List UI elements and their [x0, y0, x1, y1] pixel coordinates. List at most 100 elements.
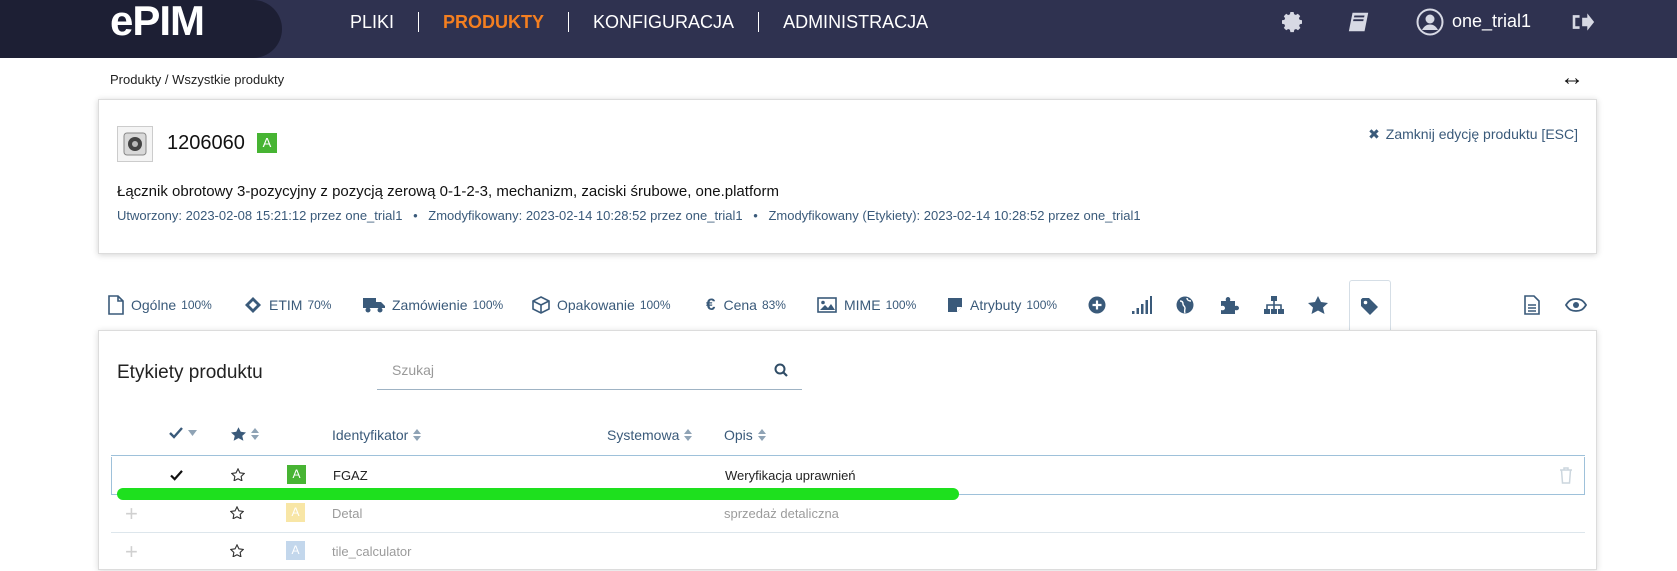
tab-atrybuty[interactable]: Atrybuty 100% [947, 280, 1057, 330]
file-text-icon [1524, 295, 1540, 315]
column-label: Systemowa [607, 427, 680, 443]
table-header-divider [111, 455, 1585, 456]
tag-icon [1361, 298, 1378, 315]
table-row[interactable]: + A Detal sprzedaż detaliczna [111, 495, 1585, 533]
tab-label: MIME [844, 297, 881, 313]
check-icon [169, 427, 183, 439]
eye-icon [1565, 298, 1587, 312]
breadcrumb[interactable]: Produkty / Wszystkie produkty [110, 72, 284, 87]
tab-zamowienie[interactable]: Zamówienie 100% [363, 280, 503, 330]
star-icon [231, 427, 246, 441]
product-metadata: Utworzony: 2023-02-08 15:21:12 przez one… [117, 208, 1141, 223]
tab-report[interactable] [1524, 280, 1547, 330]
search-icon[interactable] [774, 363, 788, 377]
column-description-header[interactable]: Opis [724, 427, 766, 443]
tab-etim[interactable]: ETIM 70% [244, 280, 331, 330]
highlight-marker [117, 488, 959, 500]
sticky-note-icon [948, 298, 962, 312]
star-outline-icon[interactable] [230, 506, 244, 519]
book-icon[interactable] [1347, 10, 1371, 34]
close-icon: ✖ [1368, 126, 1380, 142]
image-icon [817, 297, 837, 313]
trash-icon[interactable] [1559, 467, 1573, 484]
tab-label: ETIM [269, 297, 303, 313]
tab-preview[interactable] [1565, 280, 1594, 330]
search-input[interactable] [392, 362, 752, 378]
etim-icon [245, 297, 261, 313]
column-assigned-header[interactable] [169, 427, 197, 439]
tab-label: Zamówienie [392, 297, 468, 313]
product-thumbnail[interactable] [117, 126, 153, 162]
panel-title: Etykiety produktu [117, 362, 263, 383]
column-label: Opis [724, 427, 753, 443]
nav-item-konfiguracja[interactable]: KONFIGURACJA [568, 12, 758, 32]
star-outline-icon[interactable] [230, 544, 244, 557]
tab-mime[interactable]: MIME 100% [817, 280, 916, 330]
plus-circle-icon [1088, 296, 1106, 314]
search-box [377, 351, 802, 390]
tab-opakowanie[interactable]: Opakowanie 100% [532, 280, 671, 330]
status-badge: A [287, 465, 306, 484]
logout-icon[interactable] [1571, 10, 1595, 34]
user-avatar-icon[interactable] [1416, 8, 1444, 36]
tab-percent: 83% [761, 298, 786, 312]
nav-item-produkty[interactable]: PRODUKTY [418, 12, 568, 32]
tab-percent: 70% [307, 298, 332, 312]
logo-area: ePIM [0, 0, 282, 58]
euro-icon: € [706, 295, 716, 314]
tab-label: Cena [723, 297, 757, 313]
tab-percent: 100% [885, 298, 917, 312]
add-icon[interactable]: + [125, 501, 138, 527]
expand-width-icon[interactable]: ↔ [1560, 66, 1584, 90]
tab-percent: 100% [472, 298, 504, 312]
table-row[interactable]: + A tile_calculator [111, 533, 1585, 571]
check-icon[interactable] [170, 470, 183, 481]
add-icon[interactable]: + [125, 539, 138, 565]
product-description: Łącznik obrotowy 3-pozycyjny z pozycją z… [117, 183, 779, 200]
globe-icon [1176, 296, 1194, 314]
tab-puzzle[interactable] [1220, 280, 1247, 330]
modified-info: Zmodyfikowany: 2023-02-14 10:28:52 przez… [428, 208, 743, 223]
close-edit-label: Zamknij edycję produktu [ESC] [1385, 126, 1578, 142]
document-icon [108, 295, 124, 315]
tab-label: Ogólne [131, 297, 177, 313]
sort-icon [684, 429, 693, 441]
column-identifier-header[interactable]: Identyfikator [332, 427, 422, 443]
tab-hierarchy[interactable] [1264, 280, 1291, 330]
puzzle-icon [1221, 297, 1239, 314]
tab-percent: 100% [181, 298, 212, 312]
sitemap-icon [1264, 296, 1284, 314]
box-icon [532, 296, 550, 314]
column-system-header[interactable]: Systemowa [607, 427, 693, 443]
label-identifier: Detal [332, 506, 363, 521]
created-info: Utworzony: 2023-02-08 15:21:12 przez one… [117, 208, 403, 223]
tab-signal[interactable] [1132, 280, 1159, 330]
tab-percent: 100% [1026, 298, 1058, 312]
truck-icon [363, 298, 385, 313]
star-icon [1308, 296, 1328, 314]
label-identifier: FGAZ [333, 468, 368, 483]
gear-icon[interactable] [1281, 10, 1305, 34]
column-label: Identyfikator [332, 427, 409, 443]
close-edit-button[interactable]: ✖ Zamknij edycję produktu [ESC] [1368, 126, 1578, 143]
tab-ogolne[interactable]: Ogólne 100% [108, 280, 212, 330]
tab-favorite[interactable] [1308, 280, 1335, 330]
nav-item-administracja[interactable]: ADMINISTRACJA [758, 12, 952, 32]
tab-globe[interactable] [1176, 280, 1201, 330]
nav-item-pliki[interactable]: PLIKI [326, 12, 418, 32]
tab-label: Atrybuty [970, 297, 1022, 313]
column-favorite-header[interactable] [231, 427, 259, 441]
sort-down-icon [188, 430, 197, 436]
signal-bars-icon [1132, 296, 1152, 314]
tab-add[interactable] [1088, 280, 1113, 330]
user-name[interactable]: one_trial1 [1452, 11, 1531, 32]
tab-label: Opakowanie [557, 297, 635, 313]
label-description: Weryfikacja uprawnień [725, 468, 856, 483]
tab-labels[interactable] [1349, 280, 1391, 331]
tab-cena[interactable]: € Cena 83% [706, 280, 786, 330]
app-logo[interactable]: ePIM [110, 0, 205, 45]
star-outline-icon[interactable] [231, 468, 245, 481]
product-header-card: 1206060 A ✖ Zamknij edycję produktu [ESC]… [98, 99, 1597, 254]
sort-icon [413, 429, 422, 441]
sort-icon [251, 428, 259, 440]
